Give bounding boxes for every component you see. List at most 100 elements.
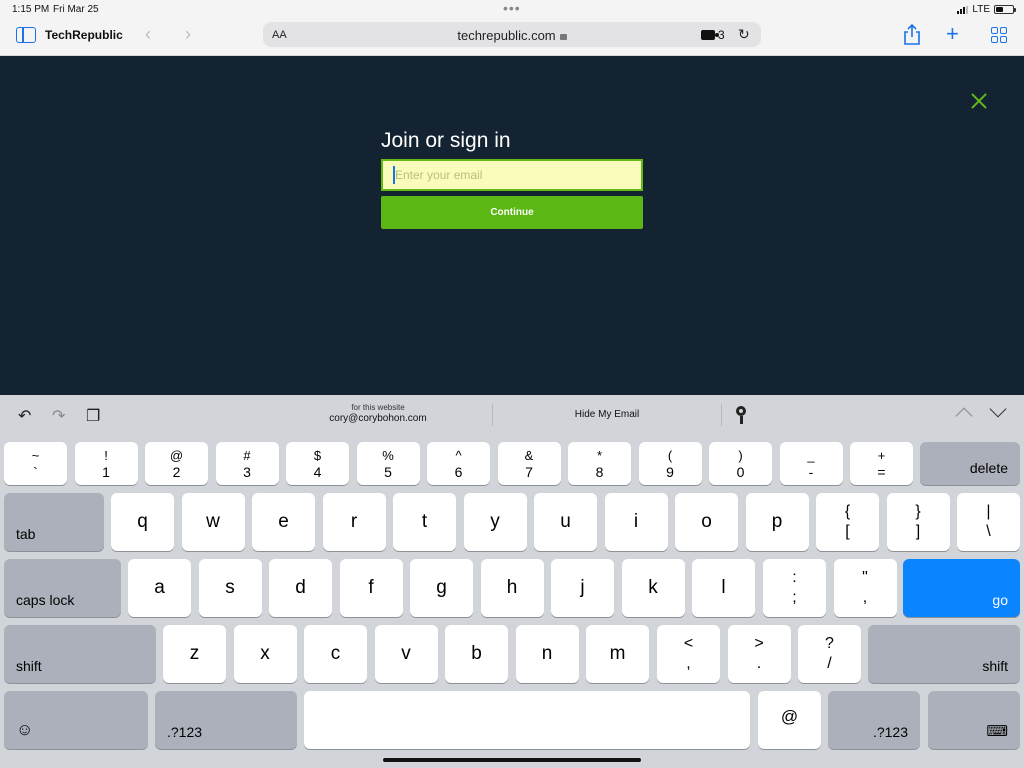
letter-key[interactable]: t [393,493,456,551]
letter-key[interactable]: x [233,625,297,683]
letter-key[interactable]: i [604,493,668,551]
letter-key[interactable]: c [304,625,367,683]
key-letter: c [330,643,341,664]
key-shift-symbol: ( [667,448,673,463]
space-bar[interactable] [304,691,750,749]
status-date: Fri Mar 25 [53,4,99,15]
letter-key[interactable]: k [621,559,685,617]
letter-key[interactable]: p [745,493,809,551]
close-icon[interactable] [968,90,990,112]
tabs-icon[interactable] [991,27,1007,43]
dismiss-keyboard-key[interactable]: ⌨ [928,691,1020,749]
letter-key[interactable]: y [463,493,527,551]
previous-field-icon[interactable] [955,407,973,425]
tab-key[interactable]: tab [4,493,104,551]
symbol-key[interactable]: >. [727,625,791,683]
autofill-account-suggestion[interactable]: for this website cory@corybohon.com [264,403,492,424]
right-shift-key[interactable]: shift [868,625,1020,683]
caps-lock-key[interactable]: caps lock [4,559,121,617]
continue-button[interactable]: Continue [381,196,643,229]
at-key[interactable]: @ [758,691,821,749]
passwords-key-icon[interactable] [736,406,746,424]
letter-key[interactable]: f [339,559,403,617]
number-key[interactable]: + = [850,442,913,485]
symbol-key[interactable]: ", [833,559,897,617]
numbers-key[interactable]: .?123 [155,691,297,749]
number-key[interactable]: * 8 [568,442,631,485]
letter-key[interactable]: v [374,625,438,683]
status-bar: 1:15 PM Fri Mar 25 ••• LTE [0,0,1024,18]
letter-key[interactable]: g [410,559,473,617]
paste-icon[interactable]: ❐ [86,406,100,426]
key-shift-symbol: _ [807,448,815,463]
key-symbol: [ [845,523,850,540]
url-display[interactable]: techrepublic.com [263,28,761,43]
go-key[interactable]: go [903,559,1020,617]
back-icon[interactable]: ‹ [145,24,151,45]
share-icon[interactable] [903,24,921,46]
extensions-button[interactable]: 3 [701,28,725,42]
symbol-key[interactable]: {[ [816,493,879,551]
delete-key[interactable]: delete [920,442,1020,485]
letter-key[interactable]: a [128,559,191,617]
key-symbol: ` [33,464,38,480]
sidebar-icon[interactable] [16,27,36,43]
letter-key[interactable]: r [322,493,386,551]
letter-key[interactable]: m [586,625,649,683]
letter-key[interactable]: h [480,559,544,617]
letter-key[interactable]: l [692,559,755,617]
letter-key[interactable]: n [515,625,579,683]
key-symbol: , [686,655,691,672]
letter-key[interactable]: w [181,493,245,551]
left-shift-key[interactable]: shift [4,625,156,683]
reload-icon[interactable]: ↻ [738,26,750,43]
letter-key[interactable]: j [551,559,614,617]
symbol-key[interactable]: ? / [798,625,861,683]
key-letter: f [368,577,374,598]
key-shift-symbol: $ [313,448,322,463]
key-shift-symbol: > [754,635,764,652]
number-key[interactable]: ! 1 [74,442,138,485]
number-key[interactable]: (9 [638,442,702,485]
letter-key[interactable]: b [445,625,508,683]
letter-key[interactable]: q [111,493,174,551]
redo-icon[interactable]: ↷ [52,406,65,426]
number-key[interactable]: % 5 [356,442,420,485]
number-key[interactable]: #3 [215,442,279,485]
address-bar[interactable]: AA techrepublic.com 3 ↻ [263,22,761,47]
key-shift-symbol: ^ [455,448,462,463]
next-field-icon[interactable] [989,400,1007,418]
letter-key[interactable]: d [269,559,332,617]
number-key[interactable]: @2 [145,442,208,485]
hide-my-email-suggestion[interactable]: Hide My Email [493,409,721,420]
number-key[interactable]: ~ ` [4,442,67,485]
number-key[interactable]: ) 0 [709,442,772,485]
letter-key[interactable]: s [198,559,262,617]
home-indicator[interactable] [383,758,641,762]
symbol-key[interactable]: }] [886,493,950,551]
symbol-key[interactable]: <, [657,625,720,683]
symbol-key[interactable]: :; [763,559,826,617]
letter-key[interactable]: z [163,625,226,683]
forward-icon[interactable]: › [185,24,191,45]
symbol-key[interactable]: | \ [957,493,1020,551]
key-letter: p [771,511,783,532]
numbers-key[interactable]: .?123 [828,691,920,749]
undo-icon[interactable]: ↶ [18,406,31,426]
emoji-key[interactable]: ☺ [4,691,148,749]
key-letter: k [648,577,658,598]
email-field[interactable] [381,159,643,191]
key-letter: l [721,577,726,598]
letter-key[interactable]: o [675,493,738,551]
number-key[interactable]: _ - [779,442,843,485]
new-tab-icon[interactable]: + [946,21,959,47]
tab-group-title[interactable]: TechRepublic [45,28,123,42]
key-shift-symbol: ! [104,448,108,463]
number-key[interactable]: $4 [286,442,349,485]
letter-key[interactable]: u [534,493,597,551]
browser-toolbar: TechRepublic ‹ › AA techrepublic.com 3 ↻… [0,18,1024,56]
number-key[interactable]: & 7 [497,442,561,485]
multitasking-dots-icon[interactable]: ••• [503,1,521,15]
number-key[interactable]: ^ 6 [427,442,490,485]
letter-key[interactable]: e [252,493,315,551]
